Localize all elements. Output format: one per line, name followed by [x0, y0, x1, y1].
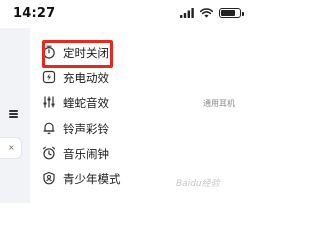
menu-label: 蝰蛇音效: [63, 96, 109, 110]
menu-item-music-alarm[interactable]: 音乐闹钟: [30, 141, 249, 167]
highlight-box: [42, 40, 113, 68]
menu-item-sound-effects[interactable]: 蝰蛇音效 通用耳机: [30, 90, 249, 116]
watermark: Baidu经验: [176, 179, 220, 189]
menu-item-value: 通用耳机: [203, 99, 235, 108]
menu-label: 铃声彩铃: [63, 122, 109, 136]
equalizer-icon: [43, 96, 55, 108]
charging-icon: [42, 70, 56, 84]
app-screen: 14:27 × 定时关闭 充电动效 蝰蛇音效 通用耳机 铃声彩铃 音乐闹钟 青少…: [0, 0, 249, 203]
alarm-clock-icon: [42, 146, 56, 160]
menu-label: 充电动效: [63, 71, 109, 85]
wifi-icon: [200, 8, 213, 18]
menu-icon[interactable]: [9, 110, 18, 118]
menu-label: 青少年模式: [63, 172, 121, 186]
bell-icon: [43, 122, 55, 135]
menu-label: 音乐闹钟: [63, 147, 109, 161]
teen-mode-icon: [43, 171, 55, 185]
status-bar: 14:27: [0, 0, 249, 28]
close-icon[interactable]: ×: [8, 143, 15, 152]
menu-item-ringtones[interactable]: 铃声彩铃: [30, 116, 249, 142]
status-time: 14:27: [13, 6, 56, 21]
battery-level: [221, 10, 235, 16]
battery-icon: [219, 8, 244, 18]
signal-icon: [180, 8, 194, 18]
status-icons: [180, 8, 244, 18]
menu-item-charging-animation[interactable]: 充电动效: [30, 65, 249, 91]
